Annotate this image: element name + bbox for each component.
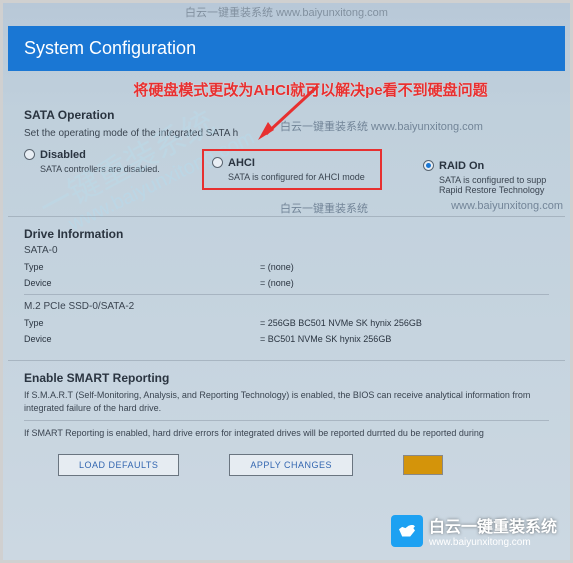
footer-brand: 白云一键重装系统 www.baiyunxitong.com bbox=[391, 513, 557, 548]
drive-info-title: Drive Information bbox=[24, 227, 549, 241]
watermark-4: 白云一键重装系统 bbox=[280, 200, 368, 216]
watermark-5: www.baiyunxitong.com bbox=[451, 200, 563, 212]
status-indicator bbox=[403, 455, 443, 475]
option-raid-label: RAID On bbox=[439, 160, 484, 172]
option-ahci[interactable]: AHCI SATA is configured for AHCI mode bbox=[212, 157, 372, 182]
smart-desc-2: If SMART Reporting is enabled, hard driv… bbox=[24, 427, 549, 440]
radio-disabled[interactable] bbox=[24, 149, 35, 160]
option-ahci-label: AHCI bbox=[228, 157, 255, 169]
watermark-3: 白云一键重装系统 www.baiyunxitong.com bbox=[280, 118, 483, 134]
divider-1 bbox=[8, 216, 565, 217]
sata0-type-val: = (none) bbox=[260, 262, 549, 272]
m2-dev-val: = BC501 NVMe SK hynix 256GB bbox=[260, 334, 549, 344]
page-title: System Configuration bbox=[24, 38, 549, 59]
radio-ahci[interactable] bbox=[212, 157, 223, 168]
watermark-top: 白云一键重装系统 www.baiyunxitong.com bbox=[185, 4, 388, 20]
option-raid-desc-1: SATA is configured to supp bbox=[439, 175, 563, 185]
sata0-name: SATA-0 bbox=[24, 245, 549, 256]
option-disabled[interactable]: Disabled SATA controllers are disabled. bbox=[24, 149, 194, 190]
ahci-highlight: AHCI SATA is configured for AHCI mode bbox=[202, 149, 382, 190]
m2-type-val: = 256GB BC501 NVMe SK hynix 256GB bbox=[260, 318, 549, 328]
load-defaults-button[interactable]: LOAD DEFAULTS bbox=[58, 454, 179, 476]
radio-raid[interactable] bbox=[423, 160, 434, 171]
m2-name: M.2 PCIe SSD-0/SATA-2 bbox=[24, 301, 549, 312]
divider-2 bbox=[24, 294, 549, 295]
divider-4 bbox=[24, 420, 549, 421]
m2-type-key: Type bbox=[24, 318, 260, 328]
sata0-dev-key: Device bbox=[24, 278, 260, 288]
annotation-text: 将硬盘模式更改为AHCI就可以解决pe看不到硬盘问题 bbox=[32, 71, 573, 102]
option-disabled-label: Disabled bbox=[40, 149, 86, 161]
footer-brand-text: 白云一键重装系统 bbox=[429, 513, 557, 537]
option-disabled-desc: SATA controllers are disabled. bbox=[40, 164, 194, 174]
sata0-dev-val: = (none) bbox=[260, 278, 549, 288]
bird-icon bbox=[391, 515, 423, 547]
option-ahci-desc: SATA is configured for AHCI mode bbox=[228, 172, 372, 182]
smart-desc-1: If S.M.A.R.T (Self-Monitoring, Analysis,… bbox=[24, 389, 549, 414]
option-raid-desc-2: Rapid Restore Technology bbox=[439, 185, 563, 195]
apply-changes-button[interactable]: APPLY CHANGES bbox=[229, 454, 353, 476]
sata0-type-key: Type bbox=[24, 262, 260, 272]
option-raid[interactable]: RAID On SATA is configured to supp Rapid… bbox=[423, 160, 563, 195]
header-bar: System Configuration bbox=[8, 26, 565, 71]
divider-3 bbox=[8, 360, 565, 361]
smart-title: Enable SMART Reporting bbox=[24, 371, 549, 385]
footer-url: www.baiyunxitong.com bbox=[429, 537, 557, 548]
m2-dev-key: Device bbox=[24, 334, 260, 344]
